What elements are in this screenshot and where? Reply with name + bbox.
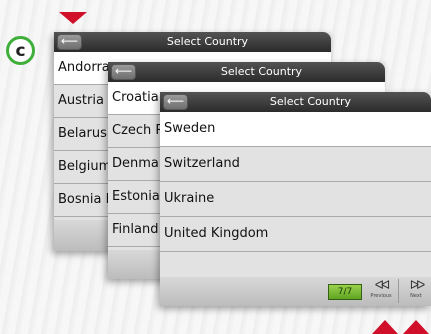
back-button[interactable]: ⟵ — [57, 34, 82, 50]
step-badge: c — [6, 36, 35, 65]
next-label: Next — [410, 293, 422, 299]
title-bar: ⟵ Select Country — [160, 92, 431, 112]
next-button[interactable]: ᐅᐅ Next — [403, 277, 429, 304]
back-button[interactable]: ⟵ — [163, 94, 188, 110]
back-arrow-icon: ⟵ — [114, 64, 133, 78]
previous-label: Previous — [370, 293, 392, 299]
back-arrow-icon: ⟵ — [60, 34, 79, 48]
previous-button[interactable]: ᐊᐊ Previous — [368, 277, 394, 304]
back-button[interactable]: ⟵ — [111, 64, 136, 80]
panel-title: Select Country — [269, 95, 352, 108]
step-label: c — [15, 40, 26, 61]
country-item[interactable]: Ukraine — [160, 182, 431, 217]
back-arrow-icon: ⟵ — [166, 94, 185, 108]
pointer-arrow-up-icon — [372, 320, 398, 334]
country-item[interactable]: Switzerland — [160, 147, 431, 182]
divider — [398, 279, 399, 303]
double-chevron-left-icon: ᐊᐊ — [374, 278, 390, 292]
page-counter: 7/7 — [328, 284, 362, 300]
pager-bar: 7/7 ᐊᐊ Previous ᐅᐅ Next — [160, 277, 431, 306]
country-panel-3: ⟵ Select Country Sweden Switzerland Ukra… — [160, 92, 431, 306]
panel-title: Select Country — [166, 35, 249, 48]
pointer-arrow-up-icon — [403, 320, 429, 334]
title-bar: ⟵ Select Country — [108, 62, 385, 82]
country-item[interactable]: United Kingdom — [160, 217, 431, 252]
country-list: Sweden Switzerland Ukraine United Kingdo… — [160, 112, 431, 287]
panel-title: Select Country — [220, 65, 303, 78]
title-bar: ⟵ Select Country — [54, 32, 331, 52]
country-item[interactable]: Sweden — [160, 112, 431, 147]
pointer-arrow-down-icon — [59, 12, 87, 24]
double-chevron-right-icon: ᐅᐅ — [409, 278, 425, 292]
